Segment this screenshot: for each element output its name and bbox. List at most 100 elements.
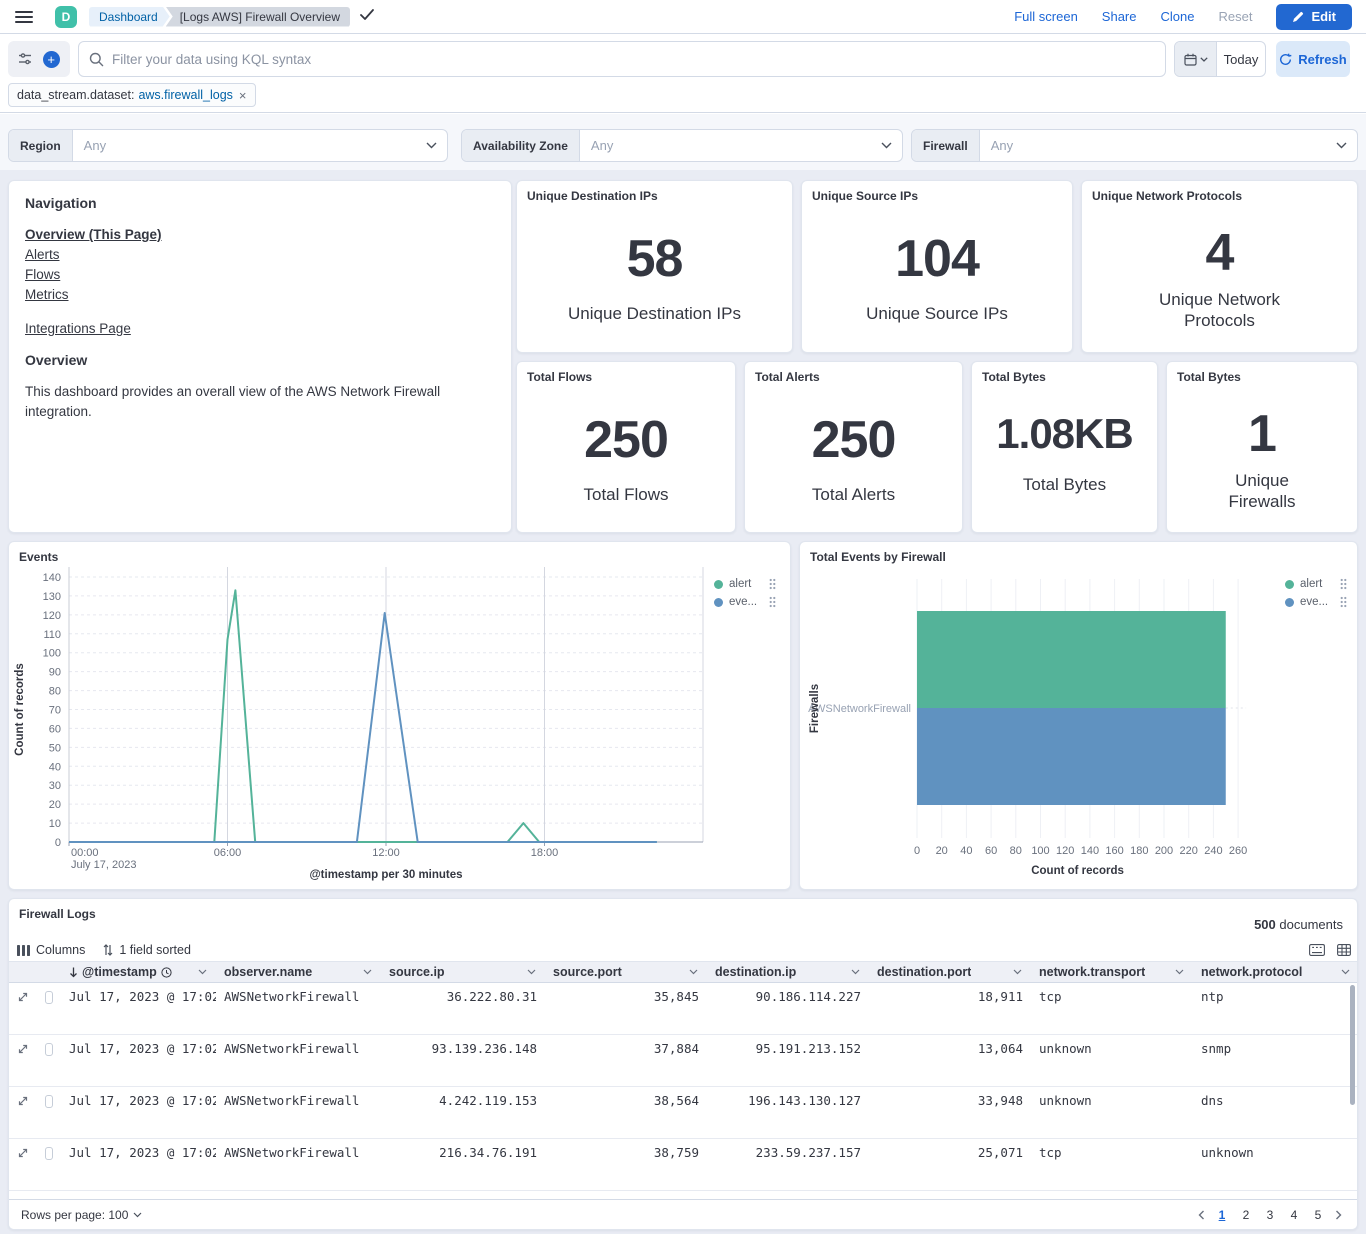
filter-field: data_stream.dataset: [17,88,134,102]
legend-item-alert[interactable]: alert [714,578,776,590]
cell-networktransport[interactable]: tcp [1031,1139,1193,1190]
remove-filter-icon[interactable]: × [239,88,247,103]
legend-label: alert [1300,578,1334,590]
column-header-networkprotocol[interactable]: network.protocol [1193,962,1358,982]
select-row-checkbox[interactable] [37,1035,61,1086]
cell-sourceport[interactable]: 35,845 [545,983,707,1034]
cell-sourceport[interactable]: 38,564 [545,1087,707,1138]
cell-networktransport[interactable]: unknown [1031,1035,1193,1086]
kql-search-input[interactable] [112,52,1155,67]
nav-link-integrations[interactable]: Integrations Page [25,321,131,336]
expand-row-button[interactable] [9,1087,37,1138]
cell-observername[interactable]: AWSNetworkFirewall [216,1035,381,1086]
cell-observername[interactable]: AWSNetworkFirewall [216,1087,381,1138]
previous-page-button[interactable] [1195,1210,1208,1220]
column-header-networktransport[interactable]: network.transport [1031,962,1193,982]
expand-icon [17,1043,29,1055]
events-legend: alert eve... [714,578,776,608]
column-header-timestamp[interactable]: @timestamp [61,962,216,982]
expand-row-button[interactable] [9,983,37,1034]
select-row-checkbox[interactable] [37,983,61,1034]
date-range-label[interactable]: Today [1217,42,1265,76]
legend-actions-icon[interactable] [769,596,776,608]
expand-row-button[interactable] [9,1139,37,1190]
column-header-sourceport[interactable]: source.port [545,962,707,982]
page-3[interactable]: 3 [1260,1205,1280,1225]
cell-destinationport[interactable]: 33,948 [869,1087,1031,1138]
cell-timestamp[interactable]: Jul 17, 2023 @ 17:02:17.328 [61,1087,216,1138]
cell-networkprotocol[interactable]: dns [1193,1087,1358,1138]
column-header-observername[interactable]: observer.name [216,962,381,982]
nav-link-metrics[interactable]: Metrics [25,287,69,302]
next-page-button[interactable] [1332,1210,1345,1220]
events-by-firewall-bar-chart[interactable]: 020406080100120140160180200220240260AWSN… [800,542,1357,889]
nav-link-flows[interactable]: Flows [25,267,60,282]
cell-networktransport[interactable]: tcp [1031,983,1193,1034]
legend-actions-icon[interactable] [1340,578,1347,590]
legend-item-eve[interactable]: eve... [1285,596,1347,608]
clone-button[interactable]: Clone [1161,9,1195,24]
legend-item-alert[interactable]: alert [1285,578,1347,590]
firewall-dropdown[interactable]: Firewall Any [911,129,1358,162]
cell-timestamp[interactable]: Jul 17, 2023 @ 17:02:08.328 [61,1139,216,1190]
columns-button[interactable]: Columns [17,943,85,957]
filter-settings-icon[interactable] [18,53,32,65]
column-header-sourceip[interactable]: source.ip [381,962,545,982]
full-screen-button[interactable]: Full screen [1014,9,1078,24]
page-5[interactable]: 5 [1308,1205,1328,1225]
calendar-menu-button[interactable] [1175,42,1217,76]
share-button[interactable]: Share [1102,9,1137,24]
availability-zone-dropdown[interactable]: Availability Zone Any [461,129,903,162]
refresh-button[interactable]: Refresh [1276,41,1350,77]
cell-destinationport[interactable]: 18,911 [869,983,1031,1034]
add-filter-button[interactable]: + [43,51,60,68]
cell-networkprotocol[interactable]: unknown [1193,1139,1358,1190]
cell-destinationip[interactable]: 196.143.130.127 [707,1087,869,1138]
cell-networktransport[interactable]: unknown [1031,1087,1193,1138]
legend-item-eve[interactable]: eve... [714,596,776,608]
cell-observername[interactable]: AWSNetworkFirewall [216,983,381,1034]
cell-timestamp[interactable]: Jul 17, 2023 @ 17:02:27.328 [61,983,216,1034]
breadcrumb-root[interactable]: Dashboard [89,7,170,27]
rows-per-page-selector[interactable]: Rows per page: 100 [21,1208,142,1222]
page-4[interactable]: 4 [1284,1205,1304,1225]
display-options-icon[interactable] [1309,944,1325,956]
cell-sourceip[interactable]: 4.242.119.153 [381,1087,545,1138]
select-row-checkbox[interactable] [37,1087,61,1138]
cell-destinationip[interactable]: 233.59.237.157 [707,1139,869,1190]
select-row-checkbox[interactable] [37,1139,61,1190]
cell-destinationport[interactable]: 13,064 [869,1035,1031,1086]
cell-sourceport[interactable]: 37,884 [545,1035,707,1086]
cell-destinationip[interactable]: 95.191.213.152 [707,1035,869,1086]
cell-timestamp[interactable]: Jul 17, 2023 @ 17:02:24.328 [61,1035,216,1086]
avatar[interactable]: D [55,6,77,28]
cell-sourceip[interactable]: 216.34.76.191 [381,1139,545,1190]
cell-sourceip[interactable]: 93.139.236.148 [381,1035,545,1086]
region-dropdown[interactable]: Region Any [8,129,448,162]
column-header-destinationport[interactable]: destination.port [869,962,1031,982]
reset-button[interactable]: Reset [1218,9,1252,24]
overview-description: This dashboard provides an overall view … [25,382,495,421]
table-scrollbar[interactable] [1350,985,1355,1105]
nav-link-alerts[interactable]: Alerts [25,247,60,262]
page-1[interactable]: 1 [1212,1205,1232,1225]
nav-link-overview[interactable]: Overview (This Page) [25,227,162,242]
events-line-chart[interactable]: 010203040506070809010011012013014000:00J… [9,542,790,889]
cell-observername[interactable]: AWSNetworkFirewall [216,1139,381,1190]
sort-fields-button[interactable]: 1 field sorted [103,943,191,957]
cell-sourceport[interactable]: 38,759 [545,1139,707,1190]
page-2[interactable]: 2 [1236,1205,1256,1225]
cell-networkprotocol[interactable]: snmp [1193,1035,1358,1086]
legend-actions-icon[interactable] [769,578,776,590]
legend-actions-icon[interactable] [1340,596,1347,608]
filter-pill[interactable]: data_stream.dataset: aws.firewall_logs × [8,83,256,107]
edit-button[interactable]: Edit [1276,4,1352,30]
column-header-destinationip[interactable]: destination.ip [707,962,869,982]
cell-destinationip[interactable]: 90.186.114.227 [707,983,869,1034]
grid-view-icon[interactable] [1337,944,1351,956]
expand-row-button[interactable] [9,1035,37,1086]
menu-icon[interactable] [15,11,33,23]
cell-destinationport[interactable]: 25,071 [869,1139,1031,1190]
cell-sourceip[interactable]: 36.222.80.31 [381,983,545,1034]
cell-networkprotocol[interactable]: ntp [1193,983,1358,1034]
